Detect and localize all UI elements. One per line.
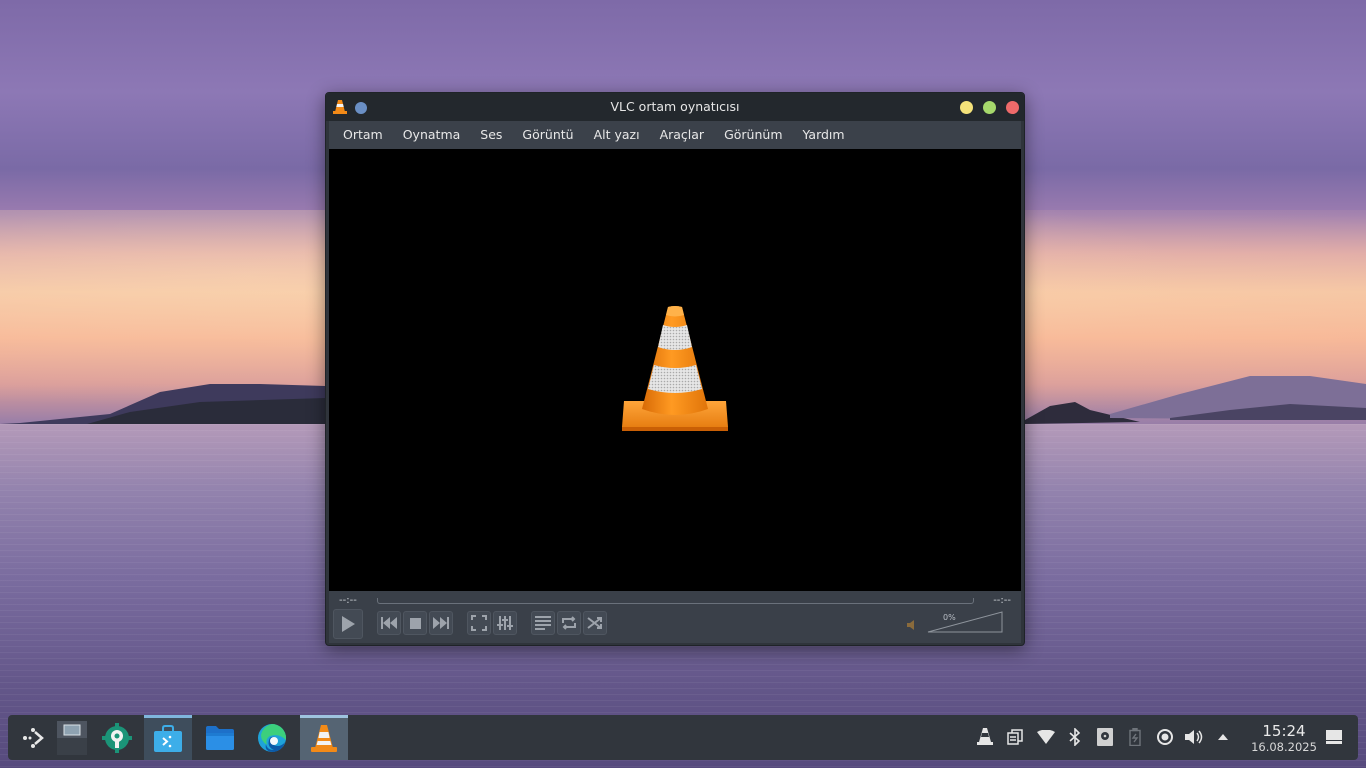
pager-desktop[interactable] [48,715,96,760]
tray-brightness[interactable] [1155,727,1175,747]
volume-mute-icon[interactable] [907,620,917,630]
tray-network[interactable] [1036,727,1056,747]
close-button[interactable] [1006,101,1019,114]
volume-slider[interactable] [927,611,1003,633]
taskbar-file-manager[interactable] [196,715,244,760]
menu-bar: Ortam Oynatma Ses Görüntü Alt yazı Araçl… [329,121,1021,149]
playlist-button[interactable] [531,611,555,635]
skip-back-icon [381,617,397,629]
fullscreen-icon [471,615,487,631]
loop-button[interactable] [557,611,581,635]
launcher-icon [23,727,44,748]
tray-vlc[interactable] [975,727,995,747]
skip-forward-icon [433,617,449,629]
menu-view[interactable]: Görünüm [714,121,792,149]
store-bag-icon [154,725,182,752]
taskbar-edge-browser[interactable] [248,715,296,760]
tray-volume[interactable] [1184,727,1204,747]
taskbar: 15:24 16.08.2025 [8,715,1358,760]
menu-help[interactable]: Yardım [793,121,855,149]
shuffle-icon [587,617,602,629]
volume-icon [1185,730,1203,744]
previous-button[interactable] [377,611,401,635]
taskbar-system-settings[interactable] [93,715,141,760]
menu-video[interactable]: Görüntü [512,121,583,149]
extended-settings-button[interactable] [493,611,517,635]
desktop-pager-icon [57,720,87,755]
play-icon [342,616,355,632]
stop-icon [409,617,421,629]
vlc-cone-icon [311,725,337,752]
taskbar-discover[interactable] [144,715,192,760]
title-bar[interactable]: VLC ortam oynatıcısı [326,93,1024,121]
tray-expander[interactable] [1213,727,1233,747]
taskbar-vlc[interactable] [300,715,348,760]
vlc-window[interactable]: VLC ortam oynatıcısı Ortam Oynatma Ses G… [325,92,1025,646]
edge-browser-icon [258,723,286,752]
tray-clipboard[interactable] [1005,727,1025,747]
chevron-up-icon [1218,734,1228,740]
maximize-button[interactable] [983,101,996,114]
vlc-tray-icon [977,728,993,745]
loop-icon [562,616,576,630]
playback-controls: --:-- --:-- 0% [329,591,1021,643]
menu-playback[interactable]: Oynatma [393,121,471,149]
stop-button[interactable] [403,611,427,635]
brightness-icon [1157,729,1173,745]
settings-gear-icon [102,722,132,753]
tray-battery[interactable] [1125,727,1145,747]
show-desktop-icon [1326,730,1342,744]
tray-disks[interactable] [1095,727,1115,747]
video-area[interactable] [329,149,1021,591]
menu-tools[interactable]: Araçlar [650,121,715,149]
window-title: VLC ortam oynatıcısı [610,99,740,114]
remaining-time[interactable]: --:-- [993,595,1011,606]
elapsed-time: --:-- [339,595,357,606]
equalizer-icon [497,616,513,630]
clock-time[interactable]: 15:24 [1244,722,1324,740]
show-desktop-button[interactable] [1324,727,1344,747]
menu-subtitle[interactable]: Alt yazı [584,121,650,149]
tray-bluetooth[interactable] [1065,727,1085,747]
shuffle-button[interactable] [583,611,607,635]
menu-audio[interactable]: Ses [470,121,512,149]
playlist-icon [535,616,551,630]
seek-slider[interactable] [377,598,974,604]
folder-icon [206,725,234,750]
disk-icon [1097,728,1113,746]
minimize-button[interactable] [960,101,973,114]
clock-date[interactable]: 16.08.2025 [1244,740,1324,754]
wifi-icon [1037,730,1055,744]
battery-icon [1129,728,1141,746]
vlc-cone-logo [622,306,728,431]
play-button[interactable] [333,609,363,639]
fullscreen-button[interactable] [467,611,491,635]
clipboard-icon [1007,729,1023,745]
menu-media[interactable]: Ortam [333,121,393,149]
bluetooth-icon [1069,728,1081,746]
next-button[interactable] [429,611,453,635]
